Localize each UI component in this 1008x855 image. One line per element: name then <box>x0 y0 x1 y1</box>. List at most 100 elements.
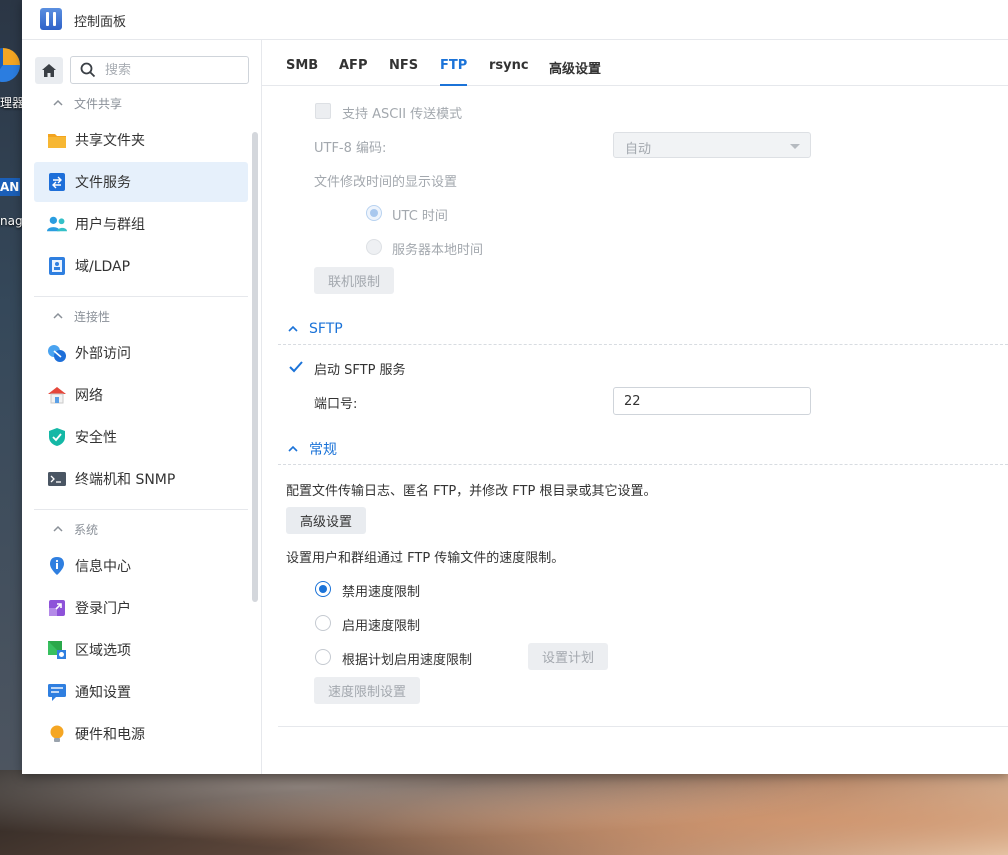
server-local-time-label: 服务器本地时间 <box>392 243 484 258</box>
utf8-select[interactable]: 自动 <box>613 132 811 158</box>
ascii-mode-label: 支持 ASCII 传送模式 <box>342 107 463 122</box>
sidebar-item-label: 外部访问 <box>75 346 131 362</box>
schedule-speed-limit-label: 根据计划启用速度限制 <box>342 653 473 668</box>
utf8-label: UTF-8 编码: <box>314 141 387 156</box>
utc-time-radio[interactable] <box>366 205 382 221</box>
general-group-header[interactable]: 常规 <box>278 437 1008 461</box>
sidebar-item-shared-folder[interactable]: 共享文件夹 <box>34 120 248 160</box>
sidebar-item-login-portal[interactable]: 登录门户 <box>34 588 248 628</box>
sidebar-item-label: 通知设置 <box>75 685 131 701</box>
desktop-background-bottom <box>0 770 1008 855</box>
schedule-speed-limit-radio[interactable] <box>315 649 331 665</box>
mtime-label: 文件修改时间的显示设置 <box>314 175 458 190</box>
notification-icon <box>47 682 67 702</box>
chevron-up-icon <box>53 525 63 532</box>
sidebar-item-security[interactable]: 安全性 <box>34 417 248 457</box>
sftp-group-separator <box>278 344 1008 345</box>
section-title: 系统 <box>74 522 99 537</box>
disable-speed-limit-label: 禁用速度限制 <box>342 585 421 600</box>
sidebar-item-label: 共享文件夹 <box>75 133 145 149</box>
info-center-icon <box>47 556 67 576</box>
sidebar-divider <box>34 509 248 510</box>
desktop-label-top[interactable]: 理器 <box>0 94 24 111</box>
utc-time-label: UTC 时间 <box>392 209 448 224</box>
connection-limit-button[interactable]: 联机限制 <box>314 267 394 294</box>
users-icon <box>47 214 67 234</box>
external-access-icon <box>47 343 67 363</box>
chevron-down-icon <box>790 144 800 149</box>
folder-icon <box>47 130 67 150</box>
main-panel: SMB AFP NFS FTP rsync 高级设置 支持 ASCII 传送模式… <box>262 40 1008 774</box>
tab-advanced-settings[interactable]: 高级设置 <box>549 58 601 77</box>
speed-limit-settings-button[interactable]: 速度限制设置 <box>314 677 420 704</box>
section-header-connectivity[interactable]: 连接性 <box>22 304 248 328</box>
checkmark-icon <box>289 361 303 373</box>
utf8-select-value: 自动 <box>625 142 652 157</box>
port-label: 端口号: <box>314 397 358 412</box>
general-description-speed: 设置用户和群组通过 FTP 传输文件的速度限制。 <box>286 551 565 566</box>
sidebar-item-network[interactable]: 网络 <box>34 375 248 415</box>
enable-speed-limit-radio[interactable] <box>315 615 331 631</box>
sidebar-item-label: 硬件和电源 <box>75 727 145 743</box>
tab-nfs[interactable]: NFS <box>389 58 418 73</box>
sidebar-item-file-services[interactable]: 文件服务 <box>34 162 248 202</box>
general-description-logging: 配置文件传输日志、匿名 FTP，并修改 FTP 根目录或其它设置。 <box>286 484 657 499</box>
chevron-up-icon <box>288 325 298 332</box>
control-panel-icon <box>40 8 62 30</box>
sidebar-item-label: 网络 <box>75 388 103 404</box>
login-portal-icon <box>47 598 67 618</box>
sidebar-item-notification[interactable]: 通知设置 <box>34 672 248 712</box>
hardware-power-icon <box>47 724 67 744</box>
sidebar-item-label: 安全性 <box>75 430 117 446</box>
content-bottom-divider <box>278 726 1008 727</box>
tab-ftp[interactable]: FTP <box>440 58 468 86</box>
tab-smb[interactable]: SMB <box>286 58 318 73</box>
domain-icon <box>47 256 67 276</box>
ascii-mode-checkbox[interactable] <box>315 103 331 119</box>
tab-rsync[interactable]: rsync <box>489 58 529 73</box>
chevron-up-icon <box>288 445 298 452</box>
sidebar-item-regional-options[interactable]: 区域选项 <box>34 630 248 670</box>
section-title: 连接性 <box>74 309 111 324</box>
file-services-icon <box>47 172 67 192</box>
home-button[interactable] <box>35 57 63 84</box>
port-input[interactable] <box>613 387 811 415</box>
search-icon <box>80 62 96 78</box>
enable-speed-limit-label: 启用速度限制 <box>342 619 421 634</box>
enable-sftp-label: 启动 SFTP 服务 <box>314 363 406 378</box>
network-icon <box>47 385 67 405</box>
sidebar-item-external-access[interactable]: 外部访问 <box>34 333 248 373</box>
advanced-settings-button[interactable]: 高级设置 <box>286 507 366 534</box>
server-local-time-radio[interactable] <box>366 239 382 255</box>
sidebar-item-domain-ldap[interactable]: 域/LDAP <box>34 246 248 286</box>
sidebar-item-label: 信息中心 <box>75 559 131 575</box>
disable-speed-limit-radio[interactable] <box>315 581 331 597</box>
sidebar-item-label: 区域选项 <box>75 643 131 659</box>
sidebar-item-users-groups[interactable]: 用户与群组 <box>34 204 248 244</box>
general-group-title: 常规 <box>309 442 337 458</box>
chevron-up-icon <box>53 99 63 106</box>
sftp-group-title: SFTP <box>309 321 343 337</box>
section-header-file-sharing[interactable]: 文件共享 <box>22 91 248 115</box>
sftp-group-header[interactable]: SFTP <box>278 317 1008 341</box>
sidebar-item-info-center[interactable]: 信息中心 <box>34 546 248 586</box>
window-title: 控制面板 <box>74 15 127 30</box>
sidebar-item-label: 登录门户 <box>75 601 131 617</box>
terminal-icon <box>47 469 67 489</box>
sidebar: 文件共享 共享文件夹 文件服务 用户与群组 域/LDAP 连接性 外部访问 <box>22 40 262 774</box>
sidebar-scrollbar[interactable] <box>252 132 258 602</box>
desktop-label-bottom[interactable]: nag <box>0 214 23 228</box>
sidebar-item-label: 文件服务 <box>75 175 131 191</box>
sidebar-item-label: 终端机和 SNMP <box>75 472 176 488</box>
shield-icon <box>47 427 67 447</box>
enable-sftp-checkbox[interactable] <box>288 359 304 375</box>
sidebar-item-hardware-power[interactable]: 硬件和电源 <box>34 714 248 754</box>
search-input[interactable] <box>103 60 242 80</box>
sidebar-item-terminal-snmp[interactable]: 终端机和 SNMP <box>34 459 248 499</box>
section-header-system[interactable]: 系统 <box>22 517 248 541</box>
tab-afp[interactable]: AFP <box>339 58 367 73</box>
search-box[interactable] <box>70 56 249 84</box>
set-schedule-button[interactable]: 设置计划 <box>528 643 608 670</box>
desktop-label-an[interactable]: AN <box>0 178 20 196</box>
desktop-background-left <box>0 0 22 770</box>
